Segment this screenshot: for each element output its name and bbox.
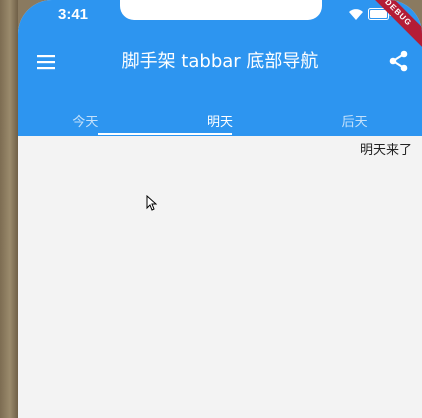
mouse-cursor-icon <box>146 195 157 211</box>
tab-indicator <box>98 133 232 135</box>
background-edge <box>0 0 18 418</box>
share-button[interactable] <box>388 50 410 72</box>
menu-icon <box>37 55 55 70</box>
tab-content-text: 明天来了 <box>359 143 412 158</box>
wifi-icon <box>349 9 363 20</box>
phone-screen: 3:41 DEBUG 脚手架 tabbar 底部导航 今天 明天 后天 明天来了 <box>18 0 422 418</box>
app-bar: 3:41 DEBUG 脚手架 tabbar 底部导航 今天 明天 后天 <box>18 0 422 136</box>
status-time: 3:41 <box>58 6 89 23</box>
tab-day-after-tomorrow[interactable]: 后天 <box>287 112 422 136</box>
page-title: 脚手架 tabbar 底部导航 <box>121 51 319 72</box>
share-icon <box>389 50 408 72</box>
phone-notch <box>120 0 322 20</box>
menu-button[interactable] <box>36 52 56 72</box>
